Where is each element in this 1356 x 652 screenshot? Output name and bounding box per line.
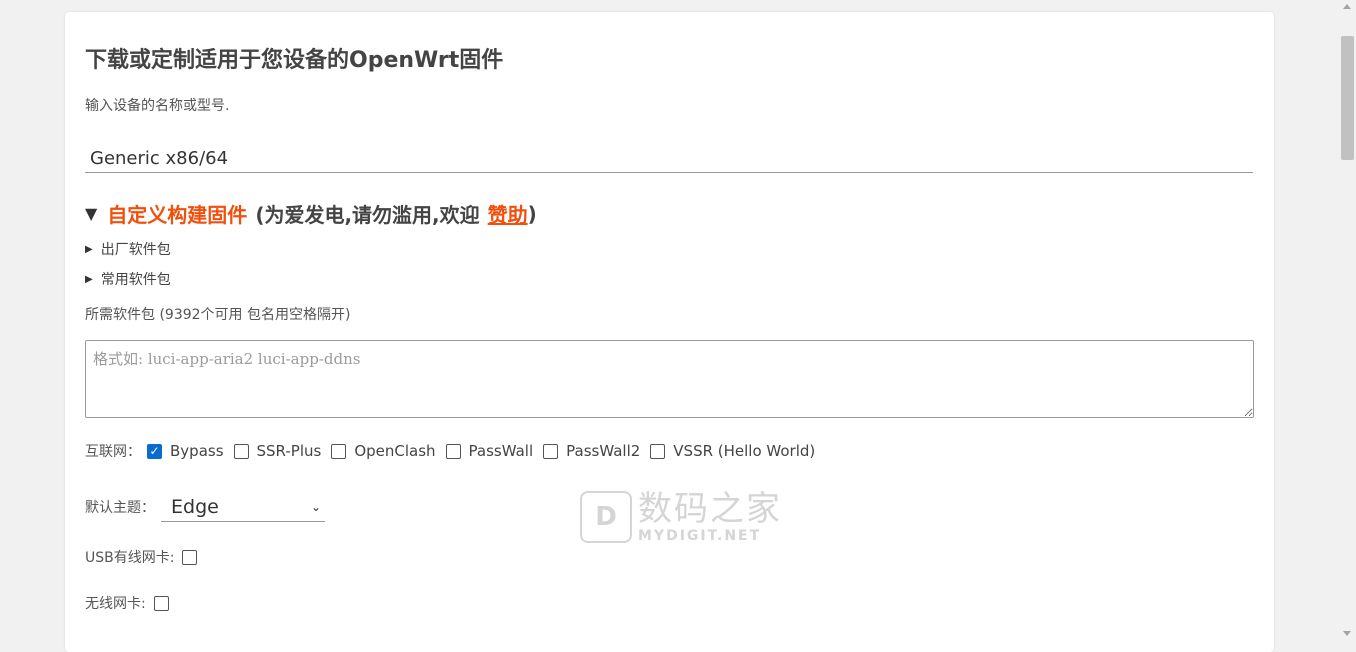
openclash-label: OpenClash	[354, 442, 436, 460]
usb-nic-label: USB有线网卡:	[85, 550, 175, 566]
wireless-nic-checkbox[interactable]	[153, 595, 169, 611]
theme-select[interactable]: Edge ⌄	[161, 492, 325, 522]
factory-packages-toggle[interactable]: ▶ 出厂软件包	[85, 239, 171, 259]
common-packages-label: 常用软件包	[100, 272, 171, 288]
custom-build-note-end: )	[527, 201, 537, 226]
option-passwall[interactable]: PassWall	[445, 442, 534, 460]
theme-row: 默认主题： Edge ⌄	[85, 492, 325, 522]
vssr-checkbox[interactable]	[650, 443, 666, 459]
common-packages-toggle[interactable]: ▶ 常用软件包	[85, 269, 171, 289]
custom-build-heading: 自定义构建固件	[107, 203, 248, 227]
usb-nic-checkbox[interactable]	[182, 549, 198, 565]
sponsor-link[interactable]: 赞助	[488, 199, 528, 228]
ssr-plus-checkbox[interactable]	[233, 443, 249, 459]
passwall-checkbox[interactable]	[445, 443, 461, 459]
scroll-down-arrow-icon[interactable]	[1343, 631, 1351, 636]
theme-selected-value: Edge	[171, 495, 219, 518]
ssr-plus-label: SSR-Plus	[256, 442, 322, 460]
vertical-scrollbar[interactable]	[1339, 0, 1356, 640]
chevron-down-icon: ⌄	[310, 499, 321, 514]
openclash-checkbox[interactable]	[331, 443, 347, 459]
custom-build-toggle[interactable]: ▼ 自定义构建固件 (为爱发电,请勿滥用,欢迎 赞助 )	[85, 199, 537, 228]
expanded-triangle-icon: ▼	[85, 204, 98, 223]
passwall-label: PassWall	[468, 442, 534, 460]
vssr-label: VSSR (Hello World)	[673, 442, 816, 460]
factory-packages-label: 出厂软件包	[100, 242, 171, 258]
option-passwall2[interactable]: PassWall2	[543, 442, 640, 460]
collapsed-triangle-icon: ▶	[85, 243, 93, 255]
wireless-nic-row: 无线网卡:	[85, 593, 177, 613]
scroll-up-arrow-icon[interactable]	[1343, 4, 1351, 9]
usb-nic-row: USB有线网卡:	[85, 547, 205, 567]
device-search-input[interactable]	[85, 145, 1253, 173]
wireless-nic-label: 无线网卡:	[85, 596, 146, 612]
option-ssr-plus[interactable]: SSR-Plus	[233, 442, 322, 460]
custom-build-note: (为爱发电,请勿滥用,欢迎	[255, 203, 480, 227]
bypass-label: Bypass	[170, 442, 224, 460]
scroll-thumb[interactable]	[1341, 36, 1354, 160]
collapsed-triangle-icon: ▶	[85, 273, 93, 285]
passwall2-label: PassWall2	[566, 442, 641, 460]
option-vssr[interactable]: VSSR (Hello World)	[650, 442, 815, 460]
bypass-checkbox[interactable]: ✓	[147, 443, 162, 459]
packages-label: 所需软件包 (9392个可用 包名用空格隔开)	[85, 307, 351, 323]
page-title: 下载或定制适用于您设备的OpenWrt固件	[85, 48, 504, 73]
theme-label: 默认主题：	[85, 500, 155, 516]
passwall2-checkbox[interactable]	[543, 443, 559, 459]
packages-textarea[interactable]	[85, 340, 1254, 418]
main-card: 下载或定制适用于您设备的OpenWrt固件 输入设备的名称或型号. ▼ 自定义构…	[65, 12, 1274, 652]
device-hint: 输入设备的名称或型号.	[85, 98, 230, 114]
option-openclash[interactable]: OpenClash	[331, 442, 436, 460]
internet-label: 互联网：	[85, 444, 141, 460]
option-bypass[interactable]: ✓ Bypass	[147, 442, 224, 460]
internet-options-row: 互联网： ✓ Bypass SSR-Plus OpenClash PassWal…	[85, 441, 825, 461]
